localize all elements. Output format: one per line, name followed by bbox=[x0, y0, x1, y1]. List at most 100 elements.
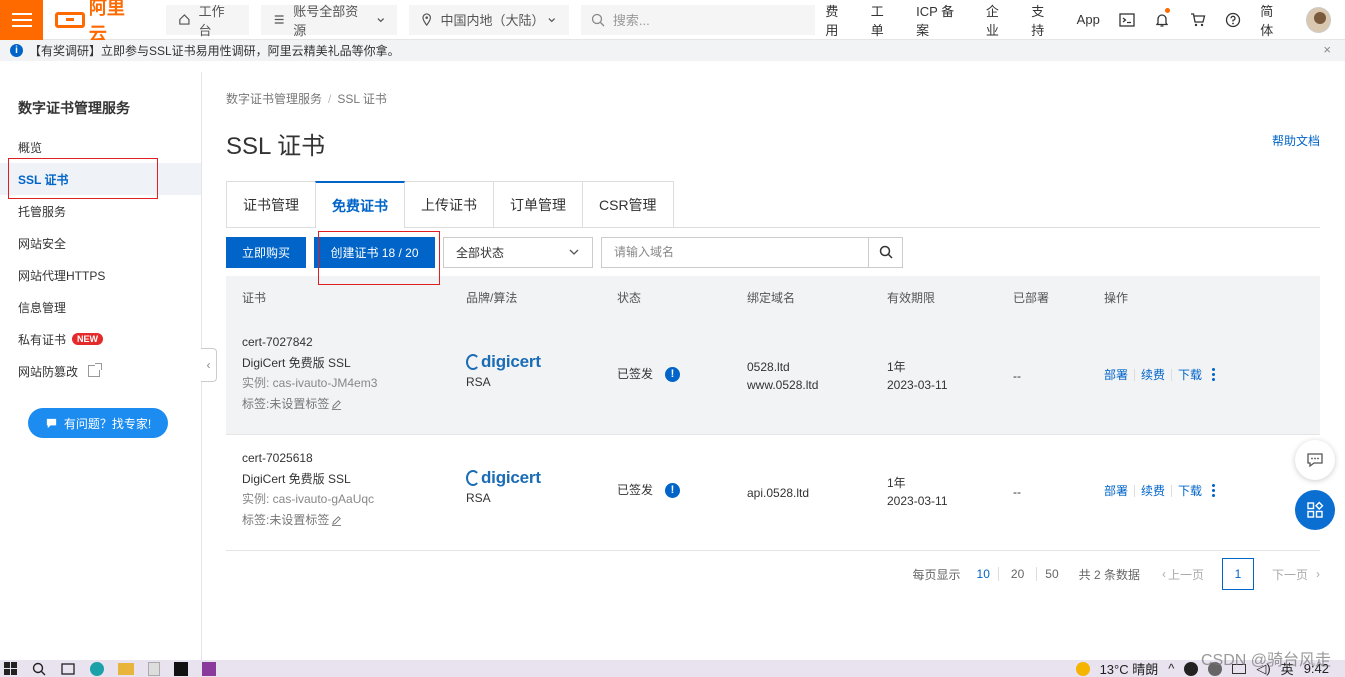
page-size-option[interactable]: 50 bbox=[1037, 567, 1066, 581]
pycharm-icon[interactable] bbox=[174, 661, 188, 676]
chevron-up-icon[interactable]: ^ bbox=[1168, 661, 1174, 676]
account-scope-dropdown[interactable]: 账号全部资源 bbox=[260, 4, 398, 38]
sidebar-collapse-chevron-left-icon[interactable]: ‹ bbox=[201, 348, 217, 382]
sidebar-item-website-security[interactable]: 网站安全 bbox=[0, 227, 201, 259]
top-link-app[interactable]: App bbox=[1067, 12, 1110, 27]
top-link-icp[interactable]: ICP 备案 bbox=[906, 1, 976, 39]
sidebar-item-info-management[interactable]: 信息管理 bbox=[0, 291, 201, 323]
weather-text[interactable]: 13°C 晴朗 bbox=[1100, 660, 1159, 677]
table-row: cert-7027842 DigiCert 免费版 SSL 实例: cas-iv… bbox=[226, 319, 1320, 435]
bound-domain: www.0528.ltd bbox=[747, 378, 819, 392]
renew-link[interactable]: 续费 bbox=[1135, 484, 1173, 497]
deploy-link[interactable]: 部署 bbox=[1104, 484, 1136, 497]
algorithm: RSA bbox=[466, 491, 491, 505]
notification-bell-icon[interactable] bbox=[1145, 0, 1180, 40]
more-actions-kebab-icon[interactable] bbox=[1212, 368, 1216, 381]
next-page-button[interactable]: 下一页 › bbox=[1272, 566, 1320, 583]
certificate-name: DigiCert 免费版 SSL bbox=[242, 472, 351, 486]
tab-csr-management[interactable]: CSR管理 bbox=[582, 181, 674, 227]
cart-icon[interactable] bbox=[1180, 0, 1215, 40]
more-actions-kebab-icon[interactable] bbox=[1212, 484, 1216, 497]
close-icon[interactable]: × bbox=[1323, 42, 1331, 57]
top-link-billing[interactable]: 费用 bbox=[815, 1, 860, 39]
brand-cell: digicert RSA bbox=[466, 353, 541, 391]
tab-certificate-management[interactable]: 证书管理 bbox=[226, 181, 316, 227]
external-link-icon bbox=[88, 363, 103, 377]
windows-start-icon[interactable] bbox=[4, 661, 18, 676]
hamburger-menu-icon[interactable] bbox=[0, 0, 44, 40]
status-info-icon[interactable]: ! bbox=[665, 366, 681, 382]
certificate-tag[interactable]: 标签:未设置标签 bbox=[242, 511, 374, 529]
chevron-right-icon: › bbox=[1316, 567, 1320, 581]
status-info-icon[interactable]: ! bbox=[665, 482, 681, 498]
sidebar-item-label: 信息管理 bbox=[18, 300, 67, 315]
tab-upload-certificate[interactable]: 上传证书 bbox=[404, 181, 494, 227]
top-link-enterprise[interactable]: 企业 bbox=[976, 1, 1021, 39]
terminal-icon[interactable] bbox=[1110, 0, 1145, 40]
home-icon bbox=[179, 14, 190, 25]
certificate-tag[interactable]: 标签:未设置标签 bbox=[242, 395, 377, 413]
prev-page-button[interactable]: ‹ 上一页 bbox=[1162, 566, 1204, 583]
deploy-link[interactable]: 部署 bbox=[1104, 368, 1136, 381]
task-view-icon[interactable] bbox=[60, 662, 76, 676]
page-size-option[interactable]: 10 bbox=[969, 567, 999, 581]
region-dropdown[interactable]: 中国内地（大陆） bbox=[409, 4, 569, 35]
app-icon[interactable] bbox=[202, 661, 216, 676]
column-header-status: 状态 bbox=[617, 291, 642, 305]
windows-taskbar: 13°C 晴朗 ^ ◁) 英 9:42 bbox=[0, 660, 1345, 677]
new-badge: NEW bbox=[72, 333, 104, 345]
certificate-name: DigiCert 免费版 SSL bbox=[242, 356, 351, 370]
notice-text[interactable]: 【有奖调研】立即参与SSL证书易用性调研，阿里云精美礼品等你拿。 bbox=[29, 42, 400, 59]
sidebar-item-overview[interactable]: 概览 bbox=[0, 131, 201, 163]
download-link[interactable]: 下载 bbox=[1172, 485, 1208, 497]
quick-apps-icon[interactable] bbox=[1295, 490, 1335, 530]
file-explorer-icon[interactable] bbox=[118, 662, 134, 675]
global-search-input[interactable]: 搜索... bbox=[580, 4, 816, 35]
sidebar-item-ssl-certificate[interactable]: SSL 证书 bbox=[0, 163, 201, 195]
aliyun-logo[interactable]: 阿里云 bbox=[43, 0, 156, 44]
search-icon[interactable] bbox=[32, 662, 46, 676]
download-link[interactable]: 下载 bbox=[1172, 369, 1208, 381]
deployed-cell: -- bbox=[1013, 369, 1021, 383]
top-link-tickets[interactable]: 工单 bbox=[861, 1, 906, 39]
help-icon[interactable] bbox=[1215, 0, 1250, 40]
sidebar-item-tamper-protection[interactable]: 网站防篡改 bbox=[0, 355, 201, 387]
domain-search-button[interactable] bbox=[869, 236, 903, 268]
help-docs-link[interactable]: 帮助文档 bbox=[1272, 132, 1320, 149]
tab-order-management[interactable]: 订单管理 bbox=[493, 181, 583, 227]
ask-expert-button[interactable]: 有问题？找专家! bbox=[28, 408, 168, 438]
page-size-option[interactable]: 20 bbox=[999, 567, 1038, 581]
status-filter-select[interactable]: 全部状态 bbox=[443, 236, 593, 268]
table-header: 证书 品牌/算法 状态 绑定域名 有效期限 已部署 操作 bbox=[226, 276, 1320, 319]
edit-pencil-icon[interactable] bbox=[331, 399, 342, 410]
top-link-support[interactable]: 支持 bbox=[1021, 1, 1066, 39]
qq-icon[interactable] bbox=[1184, 661, 1199, 676]
domain-search-input[interactable] bbox=[601, 236, 869, 268]
text-editor-icon[interactable] bbox=[148, 661, 160, 676]
certificate-id[interactable]: cert-7027842 bbox=[242, 333, 377, 351]
actions-cell: 部署 续费 下载 bbox=[1104, 368, 1216, 381]
column-header-domain: 绑定域名 bbox=[747, 291, 796, 305]
edge-browser-icon[interactable] bbox=[90, 661, 104, 676]
certificate-id[interactable]: cert-7025618 bbox=[242, 449, 374, 467]
page-number-current[interactable]: 1 bbox=[1221, 558, 1254, 590]
sidebar-item-private-certificate[interactable]: 私有证书 NEW bbox=[0, 323, 201, 355]
sidebar-item-https-proxy[interactable]: 网站代理HTTPS bbox=[0, 259, 201, 291]
tab-free-certificate[interactable]: 免费证书 bbox=[315, 181, 405, 228]
language-switch[interactable]: 简体 bbox=[1250, 1, 1295, 39]
create-certificate-button[interactable]: 创建证书 18 / 20 bbox=[314, 236, 435, 268]
edit-pencil-icon[interactable] bbox=[331, 515, 342, 526]
workbench-button[interactable]: 工作台 bbox=[165, 4, 249, 38]
certificate-instance: 实例: cas-ivauto-JM4em3 bbox=[242, 376, 378, 390]
certificate-tag-text: 标签:未设置标签 bbox=[242, 513, 330, 527]
breadcrumb: 数字证书管理服务 / SSL 证书 bbox=[226, 90, 387, 107]
renew-link[interactable]: 续费 bbox=[1135, 368, 1173, 381]
sidebar-item-managed-service[interactable]: 托管服务 bbox=[0, 195, 201, 227]
digicert-logo: digicert bbox=[466, 353, 541, 371]
sidebar-item-label: 网站防篡改 bbox=[18, 364, 79, 379]
user-avatar[interactable] bbox=[1305, 6, 1332, 33]
feedback-chat-icon[interactable] bbox=[1295, 440, 1335, 480]
breadcrumb-item[interactable]: 数字证书管理服务 bbox=[226, 92, 322, 106]
chat-bubble-icon bbox=[46, 418, 56, 428]
buy-now-button[interactable]: 立即购买 bbox=[226, 236, 306, 268]
